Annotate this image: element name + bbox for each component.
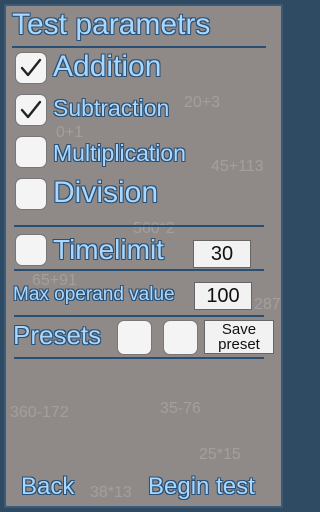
timelimit-label[interactable]: Timelimit bbox=[53, 234, 164, 266]
begin-test-button[interactable]: Begin test bbox=[148, 473, 255, 501]
subtraction-label[interactable]: Subtraction bbox=[53, 95, 169, 122]
multiplication-checkbox[interactable] bbox=[15, 136, 47, 168]
timelimit-divider bbox=[14, 269, 264, 271]
presets-divider bbox=[14, 357, 264, 359]
max-operand-input[interactable]: 100 bbox=[194, 282, 252, 310]
screen: 20+3 0+1 45+113 560*2 65+91 287 360-172 … bbox=[4, 4, 283, 508]
bg-expression: 360-172 bbox=[10, 404, 69, 421]
addition-label[interactable]: Addition bbox=[53, 50, 161, 84]
division-checkbox[interactable] bbox=[15, 178, 47, 210]
timelimit-checkbox[interactable] bbox=[15, 234, 47, 266]
max-operand-label: Max operand value bbox=[13, 284, 175, 305]
page-title: Test parametrs bbox=[12, 8, 211, 41]
save-preset-label-line1: Save bbox=[221, 321, 257, 338]
bg-expression: 35-76 bbox=[160, 400, 201, 417]
addition-checkbox[interactable] bbox=[15, 52, 47, 84]
preset-slot-1[interactable] bbox=[117, 320, 152, 355]
title-divider bbox=[12, 46, 266, 48]
save-preset-button[interactable]: Save preset bbox=[204, 320, 274, 354]
max-operand-divider bbox=[14, 315, 264, 317]
subtraction-checkbox[interactable] bbox=[15, 94, 47, 126]
division-label[interactable]: Division bbox=[53, 176, 158, 210]
bg-expression: 20+3 bbox=[184, 94, 221, 111]
options-divider bbox=[14, 225, 264, 227]
timelimit-input[interactable]: 30 bbox=[193, 240, 251, 268]
preset-slot-2[interactable] bbox=[163, 320, 198, 355]
presets-label: Presets bbox=[13, 320, 102, 350]
multiplication-label[interactable]: Multiplication bbox=[53, 140, 186, 167]
bg-expression: 25*15 bbox=[199, 446, 241, 463]
bg-expression: 38*13 bbox=[90, 484, 132, 501]
checkmark-icon bbox=[20, 58, 42, 77]
save-preset-label-line2: preset bbox=[218, 336, 260, 353]
bg-expression: 45+113 bbox=[211, 158, 264, 175]
checkmark-icon bbox=[20, 100, 42, 119]
back-button[interactable]: Back bbox=[21, 473, 74, 501]
bg-expression: 287 bbox=[254, 296, 281, 313]
